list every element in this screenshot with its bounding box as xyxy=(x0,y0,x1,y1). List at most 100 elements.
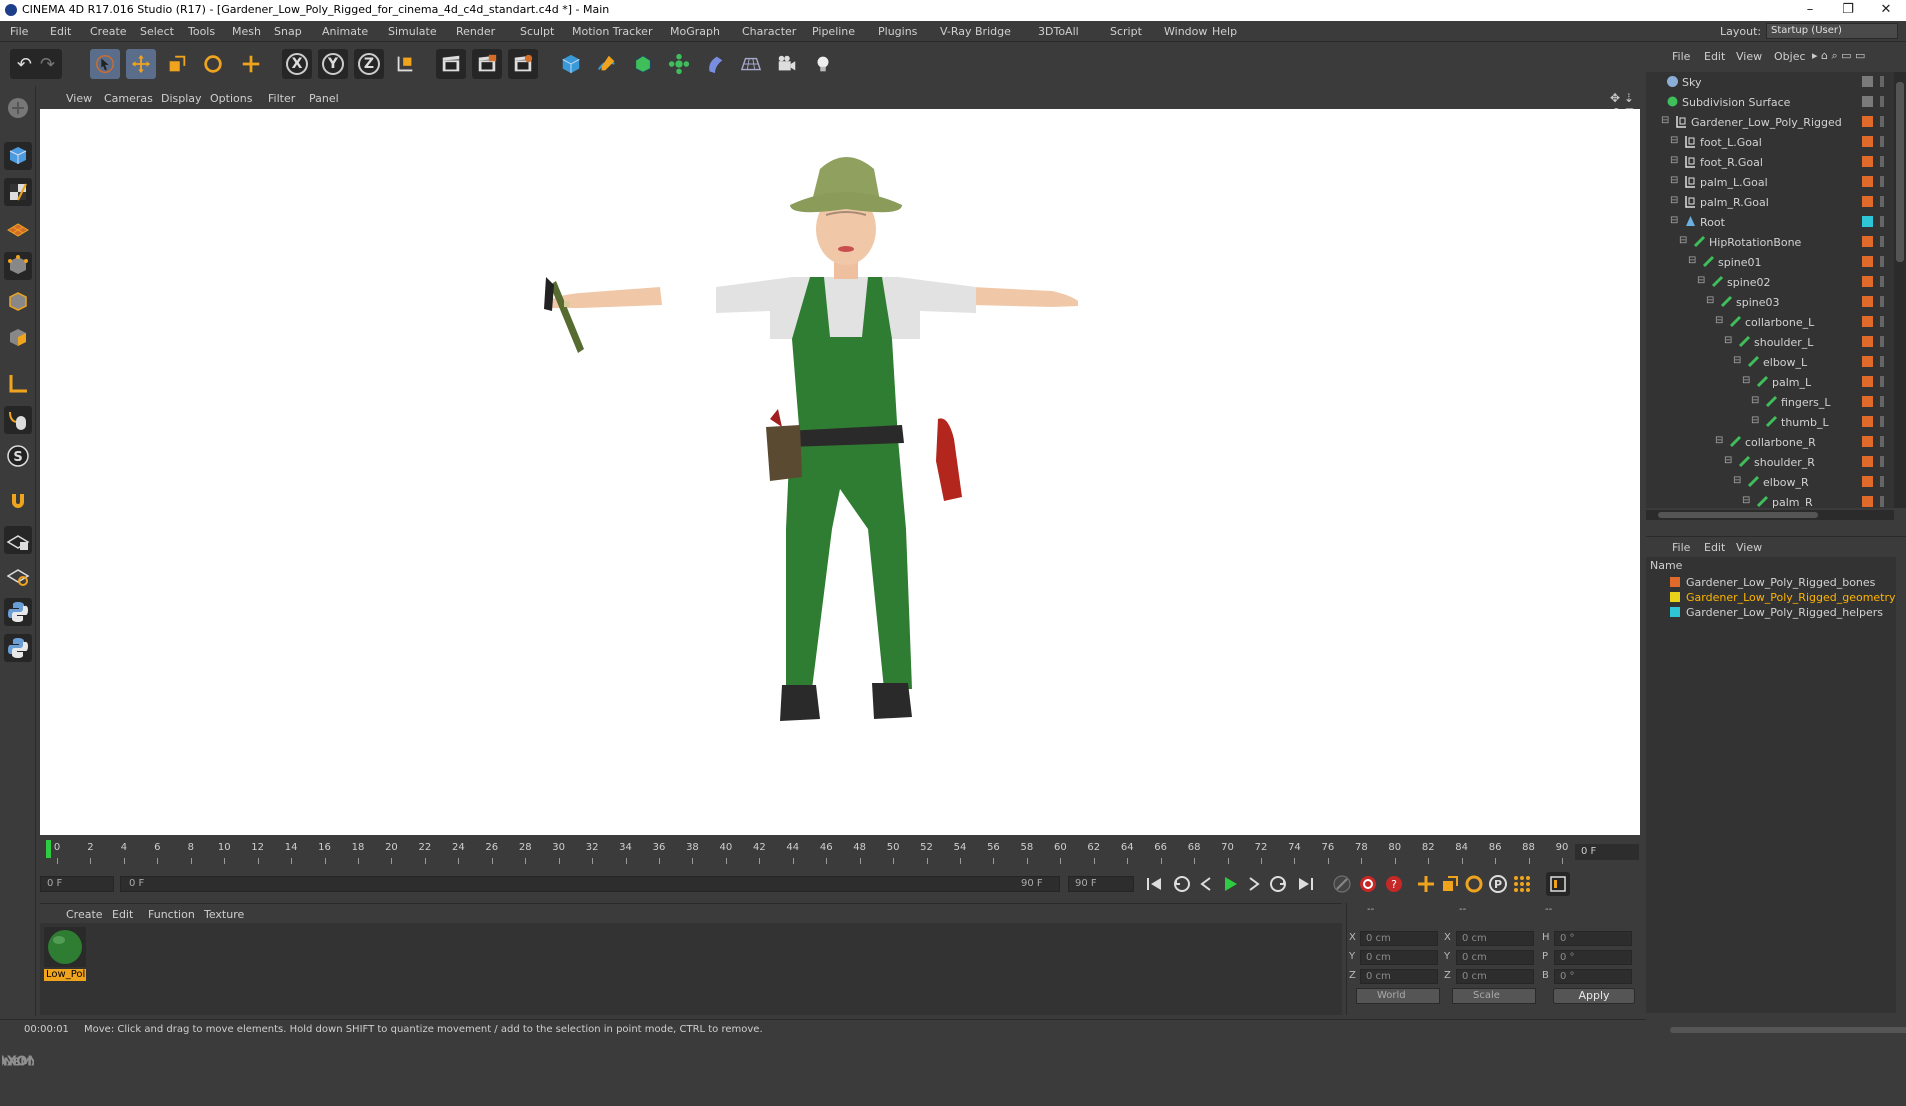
layer-name[interactable]: Gardener_Low_Poly_Rigged_geometry xyxy=(1686,591,1896,604)
menu-snap[interactable]: Snap xyxy=(274,25,302,38)
object-name[interactable]: shoulder_R xyxy=(1754,456,1815,469)
add-deformer-button[interactable] xyxy=(700,49,730,79)
layer-color-tag[interactable] xyxy=(1862,496,1873,507)
timeline-ruler[interactable]: 0 2 4 6 8 10 12 14 16 18 20 22 24 26 28 30 32 34 36 38 40 42 4… xyxy=(40,838,1640,866)
restore-button[interactable]: ❐ xyxy=(1828,2,1868,17)
menu-script[interactable]: Script xyxy=(1110,25,1142,38)
coord-position-field[interactable]: 0 cm xyxy=(1360,969,1438,984)
layer-color-tag[interactable] xyxy=(1862,396,1873,407)
visibility-dots[interactable] xyxy=(1880,196,1884,207)
undo-icon[interactable]: ↶ xyxy=(17,54,32,75)
y-axis-lock[interactable]: Y xyxy=(318,49,348,79)
object-name[interactable]: Root xyxy=(1700,216,1725,229)
object-row[interactable]: ⊟ spine02 xyxy=(1646,272,1894,292)
visibility-dots[interactable] xyxy=(1880,476,1884,487)
object-row[interactable]: ⊟ shoulder_R xyxy=(1646,452,1894,472)
viewport-menu-display[interactable]: Display xyxy=(161,92,202,105)
expand-toggle-icon[interactable]: ⊟ xyxy=(1670,175,1678,186)
visibility-dots[interactable] xyxy=(1880,316,1884,327)
start-frame-field[interactable]: 0 F xyxy=(40,876,114,892)
add-generator-button[interactable] xyxy=(628,49,658,79)
layer-color-tag[interactable] xyxy=(1862,296,1873,307)
visibility-dots[interactable] xyxy=(1880,96,1884,107)
layer-menu-edit[interactable]: Edit xyxy=(1704,541,1725,554)
menu-plugins[interactable]: Plugins xyxy=(878,25,917,38)
layer-color-tag[interactable] xyxy=(1862,476,1873,487)
expand-toggle-icon[interactable]: ⊟ xyxy=(1697,275,1705,286)
go-to-start-button[interactable] xyxy=(1142,872,1166,896)
layer-color-tag[interactable] xyxy=(1862,416,1873,427)
object-name[interactable]: foot_L.Goal xyxy=(1700,136,1762,149)
add-environment-button[interactable] xyxy=(736,49,766,79)
layer-color-swatch[interactable] xyxy=(1670,577,1680,587)
object-row[interactable]: ⊟ foot_R.Goal xyxy=(1646,152,1894,172)
menu-window[interactable]: Window xyxy=(1164,25,1207,38)
layer-hscroll-thumb[interactable] xyxy=(1670,1027,1906,1033)
object-row[interactable]: ⊟ collarbone_L xyxy=(1646,312,1894,332)
planar-workplane-button[interactable] xyxy=(4,562,32,590)
expand-toggle-icon[interactable]: ⊟ xyxy=(1670,215,1678,226)
autokeying-button[interactable]: ? xyxy=(1382,872,1406,896)
object-name[interactable]: spine01 xyxy=(1718,256,1762,269)
add-array-button[interactable] xyxy=(664,49,694,79)
snapping-button[interactable]: S xyxy=(4,442,32,470)
coord-position-field[interactable]: 0 cm xyxy=(1360,931,1438,946)
menu-sculpt[interactable]: Sculpt xyxy=(520,25,554,38)
rotate-tool[interactable] xyxy=(198,49,228,79)
object-manager-nav-icons[interactable]: ▸ ⌂ ⌕ ▭ ▭ xyxy=(1812,49,1865,63)
expand-toggle-icon[interactable]: ⊟ xyxy=(1742,375,1750,386)
expand-toggle-icon[interactable]: ⊟ xyxy=(1742,495,1750,506)
layer-color-tag[interactable] xyxy=(1862,276,1873,287)
render-view-button[interactable] xyxy=(436,49,466,79)
minimize-button[interactable]: – xyxy=(1790,2,1830,17)
visibility-dots[interactable] xyxy=(1880,216,1884,227)
layer-color-tag[interactable] xyxy=(1862,236,1873,247)
material-menu-create[interactable]: Create xyxy=(66,908,103,921)
layer-color-swatch[interactable] xyxy=(1670,592,1680,602)
expand-toggle-icon[interactable]: ⊟ xyxy=(1706,295,1714,306)
object-name[interactable]: shoulder_L xyxy=(1754,336,1813,349)
viewport-menu-panel[interactable]: Panel xyxy=(309,92,339,105)
layer-color-tag[interactable] xyxy=(1862,156,1873,167)
expand-toggle-icon[interactable]: ⊟ xyxy=(1661,115,1669,126)
visibility-dots[interactable] xyxy=(1880,396,1884,407)
play-forward-button[interactable] xyxy=(1218,872,1242,896)
object-hscroll-thumb[interactable] xyxy=(1658,512,1818,518)
expand-toggle-icon[interactable]: ⊟ xyxy=(1679,235,1687,246)
object-row[interactable]: ⊟ palm_R xyxy=(1646,492,1894,508)
menu-tools[interactable]: Tools xyxy=(188,25,215,38)
coord-size-field[interactable]: 0 cm xyxy=(1456,950,1534,965)
layer-color-tag[interactable] xyxy=(1862,356,1873,367)
layer-color-tag[interactable] xyxy=(1862,96,1873,107)
make-editable-button[interactable] xyxy=(4,94,32,122)
material-menu-edit[interactable]: Edit xyxy=(112,908,133,921)
layer-list[interactable]: Gardener_Low_Poly_Rigged_bones Gardener_L… xyxy=(1646,573,1896,1013)
edges-mode-button[interactable] xyxy=(4,288,32,316)
layer-row[interactable]: Gardener_Low_Poly_Rigged_geometry xyxy=(1646,590,1896,605)
object-row[interactable]: ⊟ elbow_R xyxy=(1646,472,1894,492)
object-manager-scrollbar[interactable] xyxy=(1894,72,1906,508)
close-button[interactable]: ✕ xyxy=(1866,2,1906,17)
previous-key-button[interactable] xyxy=(1170,872,1194,896)
render-settings-button[interactable] xyxy=(508,49,538,79)
object-name[interactable]: fingers_L xyxy=(1781,396,1831,409)
visibility-dots[interactable] xyxy=(1880,156,1884,167)
expand-toggle-icon[interactable]: ⊟ xyxy=(1733,355,1741,366)
layer-color-tag[interactable] xyxy=(1862,456,1873,467)
material-swatch[interactable] xyxy=(44,927,86,967)
object-row[interactable]: Sky xyxy=(1646,72,1894,92)
coord-size-field[interactable]: 0 cm xyxy=(1456,931,1534,946)
object-row[interactable]: ⊟ spine01 xyxy=(1646,252,1894,272)
enable-snap-button[interactable] xyxy=(4,488,32,516)
layer-color-tag[interactable] xyxy=(1862,216,1873,227)
object-row[interactable]: ⊟ spine03 xyxy=(1646,292,1894,312)
object-name[interactable]: elbow_L xyxy=(1763,356,1807,369)
key-scale-button[interactable] xyxy=(1438,872,1462,896)
visibility-dots[interactable] xyxy=(1880,456,1884,467)
object-manager-tree[interactable]: Sky Subdivision Surface ⊟ Gardener_Low_Poly… xyxy=(1646,72,1894,508)
end-frame-field[interactable]: 90 F xyxy=(1068,876,1134,892)
layer-row[interactable]: Gardener_Low_Poly_Rigged_bones xyxy=(1646,575,1896,590)
locked-workplane-button[interactable] xyxy=(4,526,32,554)
visibility-dots[interactable] xyxy=(1880,436,1884,447)
expand-toggle-icon[interactable]: ⊟ xyxy=(1751,395,1759,406)
